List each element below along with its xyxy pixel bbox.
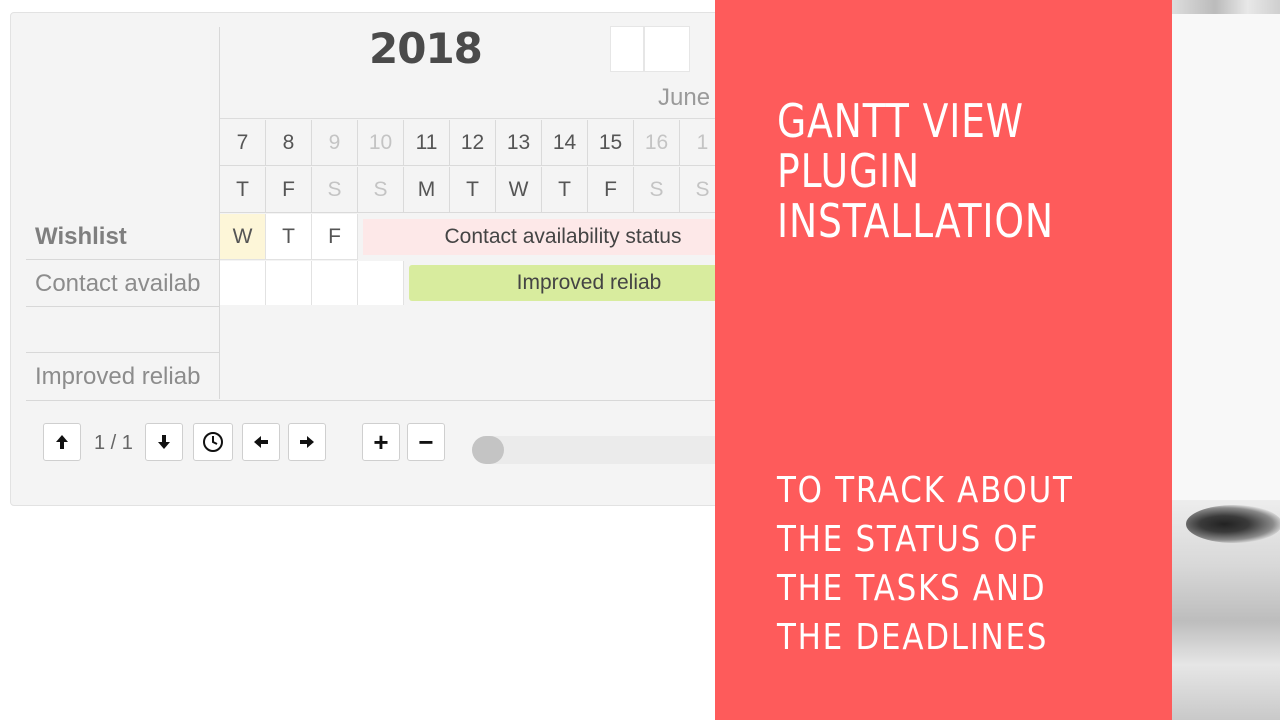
zoom-out-button[interactable]: − bbox=[407, 423, 445, 461]
scrollbar-handle[interactable] bbox=[472, 436, 504, 464]
year-label: 2018 bbox=[369, 24, 483, 73]
subtitle-line: THE DEADLINES bbox=[777, 617, 1049, 658]
header-cell bbox=[610, 26, 644, 72]
weekday-letter: T bbox=[542, 167, 588, 213]
day-number: 13 bbox=[496, 120, 542, 166]
promo-subtitle: TO TRACK ABOUT THE STATUS OF THE TASKS A… bbox=[777, 466, 1138, 662]
day-number: 8 bbox=[266, 120, 312, 166]
task-label-empty bbox=[26, 307, 219, 353]
scroll-up-button[interactable] bbox=[43, 423, 81, 461]
wishlist-row-cells: W T F bbox=[220, 214, 358, 260]
headline-line: PLUGIN bbox=[777, 144, 920, 198]
zoom-in-button[interactable]: + bbox=[362, 423, 400, 461]
promo-headline: GANTT VIEW PLUGIN INSTALLATION bbox=[777, 96, 1072, 246]
task-label-improved[interactable]: Improved reliab bbox=[26, 354, 219, 400]
day-number: 12 bbox=[450, 120, 496, 166]
weekday-letter: S bbox=[358, 167, 404, 213]
day-number: 7 bbox=[220, 120, 266, 166]
weekday-letter: F bbox=[266, 167, 312, 213]
day-number: 14 bbox=[542, 120, 588, 166]
up-arrow-icon bbox=[56, 435, 68, 449]
clock-icon bbox=[203, 432, 223, 452]
eye-image bbox=[1186, 505, 1280, 543]
subtitle-line: THE STATUS OF bbox=[777, 519, 1040, 560]
weekday-letter: M bbox=[404, 167, 450, 213]
day-cell: T bbox=[266, 214, 312, 260]
next-button[interactable] bbox=[288, 423, 326, 461]
down-arrow-icon bbox=[158, 435, 170, 449]
day-cell bbox=[220, 261, 266, 305]
day-number: 16 bbox=[634, 120, 680, 166]
right-arrow-icon bbox=[300, 436, 314, 448]
month-label: June bbox=[658, 84, 711, 111]
photo-detail bbox=[1172, 0, 1280, 14]
contact-row-cells bbox=[220, 261, 404, 305]
weekday-letter: S bbox=[312, 167, 358, 213]
day-number: 10 bbox=[358, 120, 404, 166]
task-label-wishlist[interactable]: Wishlist bbox=[26, 214, 219, 260]
day-number: 15 bbox=[588, 120, 634, 166]
day-cell bbox=[266, 261, 312, 305]
weekday-letter: F bbox=[588, 167, 634, 213]
subtitle-line: THE TASKS AND bbox=[777, 568, 1047, 609]
weekday-letter: T bbox=[450, 167, 496, 213]
divider bbox=[220, 118, 720, 119]
day-number-row: 7 8 9 10 11 12 13 14 15 16 1 bbox=[220, 120, 726, 166]
today-cell: W bbox=[220, 214, 266, 260]
weekday-letter: W bbox=[496, 167, 542, 213]
headline-line: INSTALLATION bbox=[777, 194, 1054, 248]
headline-line: GANTT VIEW bbox=[777, 94, 1024, 148]
weekday-letter: T bbox=[220, 167, 266, 213]
left-arrow-icon bbox=[254, 436, 268, 448]
weekday-letter: S bbox=[634, 167, 680, 213]
today-button[interactable] bbox=[193, 423, 233, 461]
page-indicator: 1 / 1 bbox=[94, 432, 133, 454]
divider bbox=[219, 27, 220, 399]
background-photo bbox=[1172, 0, 1280, 720]
day-cell bbox=[312, 261, 358, 305]
year-header-cells bbox=[610, 26, 690, 72]
task-bar-contact[interactable]: Contact availability status bbox=[363, 219, 763, 255]
subtitle-line: TO TRACK ABOUT bbox=[777, 470, 1074, 511]
day-cell bbox=[358, 261, 404, 305]
header-cell bbox=[644, 26, 690, 72]
day-number: 11 bbox=[404, 120, 450, 166]
task-label-contact[interactable]: Contact availab bbox=[26, 261, 219, 307]
weekday-row: T F S S M T W T F S S bbox=[220, 167, 726, 213]
day-cell: F bbox=[312, 214, 358, 260]
previous-button[interactable] bbox=[242, 423, 280, 461]
day-number: 9 bbox=[312, 120, 358, 166]
scroll-down-button[interactable] bbox=[145, 423, 183, 461]
